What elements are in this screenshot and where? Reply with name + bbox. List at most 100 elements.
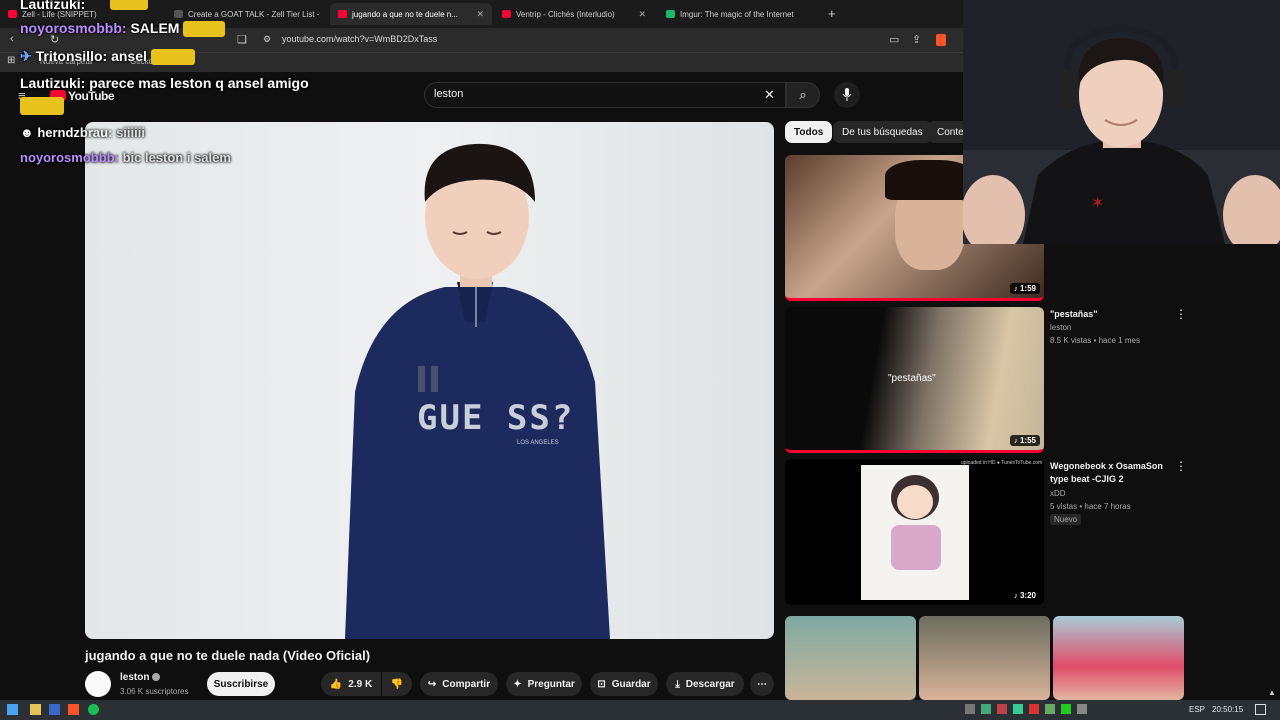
recommendation-thumbnail[interactable]: uploaded in HD ● TunesToTube.com ♪ 3:20 bbox=[785, 459, 1044, 605]
spotify-icon[interactable] bbox=[88, 704, 99, 715]
save-bookmark-icon: ⊡ bbox=[597, 678, 606, 690]
cast-icon[interactable]: ▭ bbox=[889, 33, 899, 46]
video-player[interactable]: GUE SS? LOS ANGELES bbox=[85, 122, 774, 639]
tray-icon[interactable] bbox=[1077, 704, 1087, 714]
close-tab-icon[interactable]: ✕ bbox=[638, 9, 646, 20]
tray-icon[interactable] bbox=[965, 704, 975, 714]
tray-icon[interactable] bbox=[1061, 704, 1071, 714]
pin-icon: ✈ bbox=[20, 48, 32, 64]
microphone-icon bbox=[842, 88, 852, 101]
chip-content[interactable]: Conter bbox=[928, 121, 963, 143]
keyboard-language[interactable]: ESP bbox=[1189, 705, 1205, 714]
subscribe-button[interactable]: Suscribirse bbox=[207, 672, 275, 696]
more-icon: ⋯ bbox=[757, 678, 767, 690]
share-arrow-icon: ↪ bbox=[427, 678, 437, 690]
video-title: jugando a que no te duele nada (Video Of… bbox=[85, 648, 371, 663]
recommendation-meta: 5 vistas • hace 7 horas bbox=[1050, 502, 1131, 511]
notifications-icon[interactable] bbox=[1255, 704, 1266, 715]
tray-icon[interactable] bbox=[997, 704, 1007, 714]
chat-message: ✈ Tritonsillo: ansel bbox=[20, 48, 195, 66]
like-button[interactable]: 👍 2.9 K bbox=[321, 672, 381, 696]
thumbs-up-icon: 👍 bbox=[329, 678, 343, 690]
dislike-button[interactable]: 👎 bbox=[382, 672, 412, 696]
system-tray bbox=[965, 704, 1125, 715]
verified-icon bbox=[152, 673, 160, 681]
youtube-logo-text[interactable]: YouTube bbox=[68, 89, 115, 103]
new-badge: Nuevo bbox=[1050, 514, 1082, 525]
imgur-icon bbox=[666, 10, 675, 18]
shirt-print: GUE SS? bbox=[417, 398, 575, 438]
share-button[interactable]: ↪ Compartir bbox=[420, 672, 498, 696]
close-tab-icon[interactable]: ✕ bbox=[476, 9, 484, 20]
sparkle-icon: ✦ bbox=[513, 678, 522, 690]
subscriber-count: 3.06 K suscriptores bbox=[120, 687, 189, 696]
tab-current-video[interactable]: jugando a que no te duele n... ✕ bbox=[330, 3, 492, 25]
chat-emote bbox=[183, 21, 226, 38]
channel-avatar[interactable] bbox=[85, 671, 111, 697]
thumb-caption: "pestañas" bbox=[888, 373, 936, 384]
tray-icon[interactable] bbox=[1045, 704, 1055, 714]
pause-icon[interactable] bbox=[418, 366, 440, 392]
chat-message: Lautizuki: bbox=[20, 0, 148, 12]
voice-search-button[interactable] bbox=[834, 82, 860, 108]
short-thumbnail[interactable] bbox=[1053, 616, 1184, 700]
bookmark-icon[interactable]: ❑ bbox=[237, 33, 247, 46]
more-options-icon[interactable]: ⋮ bbox=[1175, 459, 1187, 473]
brave-icon[interactable] bbox=[68, 704, 79, 715]
thumb-drawing-face bbox=[897, 485, 933, 519]
webcam-overlay: ✶ bbox=[963, 0, 1280, 244]
tab-imgur[interactable]: Imgur: The magic of the Internet bbox=[658, 3, 818, 25]
youtube-icon bbox=[8, 10, 17, 18]
clear-search-icon[interactable]: ✕ bbox=[764, 87, 775, 103]
thumb-hair bbox=[885, 160, 975, 200]
tray-icon[interactable] bbox=[1013, 704, 1023, 714]
chip-from-searches[interactable]: De tus búsquedas bbox=[833, 121, 932, 143]
scroll-down-icon[interactable]: ▲ bbox=[1268, 688, 1276, 697]
search-box[interactable] bbox=[424, 82, 786, 108]
thumb-drawing-body bbox=[891, 525, 941, 570]
download-button[interactable]: ⤓ Descargar bbox=[666, 672, 744, 696]
chat-message: noyorosmobbb: bic leston i salem bbox=[20, 150, 231, 165]
chat-emote bbox=[20, 97, 64, 115]
short-thumbnail[interactable] bbox=[919, 616, 1050, 700]
recommendation-meta: 8.5 K vistas • hace 1 mes bbox=[1050, 336, 1140, 345]
clock[interactable]: 20:50:15 bbox=[1212, 705, 1243, 714]
tab-ventrip[interactable]: Ventrip - Clichés (Interludio) ✕ bbox=[494, 3, 654, 25]
url-field[interactable]: youtube.com/watch?v=WmBD2DxTass bbox=[282, 34, 437, 44]
page-icon bbox=[174, 10, 183, 18]
recommendation-thumbnail[interactable]: "pestañas" ♪ 1:55 bbox=[785, 307, 1044, 453]
chip-all[interactable]: Todos bbox=[785, 121, 833, 143]
short-thumbnail[interactable] bbox=[785, 616, 916, 700]
recommendation-channel[interactable]: leston bbox=[1050, 322, 1071, 334]
more-options-icon[interactable]: ⋮ bbox=[1175, 307, 1187, 321]
thumb-drawing bbox=[861, 465, 969, 600]
recommendation-title[interactable]: Wegonebeok x OsamaSon type beat -CJIG 2 bbox=[1050, 460, 1165, 486]
site-info-icon[interactable]: ⚙ bbox=[263, 34, 271, 45]
start-icon[interactable] bbox=[7, 704, 18, 715]
new-tab-icon[interactable]: + bbox=[828, 6, 836, 21]
recommendation-channel[interactable]: xDD bbox=[1050, 488, 1066, 500]
share-icon[interactable]: ⇪ bbox=[912, 33, 921, 46]
tray-icon[interactable] bbox=[1029, 704, 1039, 714]
download-icon: ⤓ bbox=[675, 678, 680, 690]
chat-emote bbox=[150, 49, 195, 66]
back-icon[interactable]: ‹ bbox=[10, 33, 14, 45]
recommendation-title[interactable]: "pestañas" bbox=[1050, 308, 1165, 321]
search-input[interactable]: leston bbox=[434, 88, 463, 100]
tray-icon[interactable] bbox=[981, 704, 991, 714]
more-actions-button[interactable]: ⋯ bbox=[750, 672, 774, 696]
webcam-image: ✶ bbox=[963, 0, 1280, 244]
brave-shield-icon[interactable] bbox=[936, 34, 946, 46]
folder-icon[interactable] bbox=[30, 704, 41, 715]
chat-message: noyorosmobbb: SALEM bbox=[20, 20, 226, 38]
app-icon[interactable] bbox=[49, 704, 60, 715]
search-icon: ⌕ bbox=[799, 87, 807, 102]
thumbs-down-icon: 👎 bbox=[390, 678, 404, 690]
ask-button[interactable]: ✦ Preguntar bbox=[506, 672, 582, 696]
apps-grid-icon[interactable]: ⊞ bbox=[7, 55, 15, 66]
save-button[interactable]: ⊡ Guardar bbox=[590, 672, 658, 696]
chat-message: Lautizuki: parece mas leston q ansel ami… bbox=[20, 75, 309, 91]
channel-name[interactable]: leston bbox=[120, 672, 149, 683]
search-button[interactable]: ⌕ bbox=[786, 82, 820, 108]
shirt-print-sub: LOS ANGELES bbox=[517, 440, 559, 446]
